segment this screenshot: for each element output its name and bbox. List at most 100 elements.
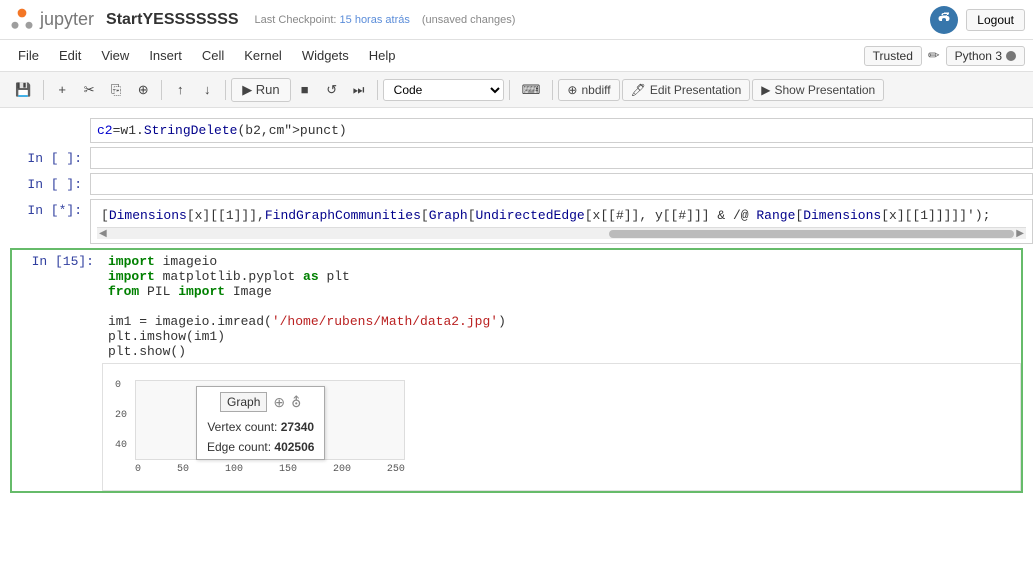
cell-3-input[interactable]: [Dimensions[x][[1]]],FindGraphCommunitie… — [90, 199, 1033, 244]
vertex-count-label: Vertex count: — [207, 420, 277, 434]
cell-0-code: c2=w1.StringDelete(b2,cm">punct) — [97, 123, 1026, 138]
cell-3-scrollbar[interactable]: ◀ ▶ — [97, 227, 1026, 239]
graph-label-box: Graph — [220, 392, 267, 412]
graph-tooltip: Graph ⊕ ⛢ Vertex count: 27340 Edge count… — [196, 386, 325, 460]
nbdiff-icon: ⊕ — [567, 83, 577, 97]
menu-cell[interactable]: Cell — [192, 44, 234, 67]
x-label-0: 0 — [135, 464, 141, 475]
cell-2-prompt: In [ ]: — [0, 173, 90, 192]
move-down-button[interactable]: ↓ — [194, 78, 220, 101]
menu-help[interactable]: Help — [359, 44, 406, 67]
menubar: File Edit View Insert Cell Kernel Widget… — [0, 40, 1033, 72]
menu-insert[interactable]: Insert — [139, 44, 192, 67]
graph-output-area: 0 20 40 Graph ⊕ ⛢ — [107, 368, 1016, 486]
menu-widgets[interactable]: Widgets — [292, 44, 359, 67]
cell-3: In [*]: [Dimensions[x][[1]]],FindGraphCo… — [0, 199, 1033, 244]
graph-plus-icon: ⊕ — [273, 394, 285, 411]
presentation-show-icon: ▶ — [761, 83, 770, 97]
x-label-250: 250 — [387, 464, 405, 475]
trusted-button[interactable]: Trusted — [864, 46, 922, 66]
cell-1-prompt: In [ ]: — [0, 147, 90, 166]
edge-count-line: Edge count: 402506 — [207, 440, 314, 454]
move-up-button[interactable]: ↑ — [167, 78, 193, 101]
x-label-200: 200 — [333, 464, 351, 475]
restart-button[interactable]: ↺ — [319, 78, 345, 102]
cell-type-select[interactable]: Code Markdown Raw NBConvert Heading — [383, 79, 504, 101]
scroll-thumb[interactable] — [609, 230, 1015, 238]
scroll-right-arrow[interactable]: ▶ — [1014, 228, 1026, 240]
toolbar-separator-1 — [43, 80, 44, 100]
toolbar-run-group: ▶ Run ■ ↺ ⏭ — [231, 78, 371, 102]
checkpoint-link[interactable]: 15 horas atrás — [340, 14, 410, 26]
cell-active-code: import imageio import matplotlib.pyplot … — [108, 254, 1015, 359]
checkpoint-info: Last Checkpoint: 15 horas atrás — [255, 14, 410, 26]
toolbar-separator-2 — [161, 80, 162, 100]
toolbar-save-group: 💾 — [8, 78, 38, 102]
y-label-40: 40 — [115, 440, 127, 451]
cell-active-prompt: In [15]: — [12, 250, 102, 269]
show-presentation-label: Show Presentation — [774, 83, 875, 97]
menu-kernel[interactable]: Kernel — [234, 44, 292, 67]
cell-3-prompt: In [*]: — [0, 199, 90, 218]
edit-presentation-label: Edit Presentation — [650, 83, 741, 97]
cell-0-prompt — [0, 118, 90, 122]
y-label-0: 0 — [115, 380, 121, 391]
toolbar-move-group: ↑ ↓ — [167, 78, 220, 101]
cell-1-input[interactable] — [90, 147, 1033, 169]
kernel-name: Python 3 — [955, 49, 1002, 63]
unsaved-changes: (unsaved changes) — [422, 14, 516, 26]
edge-count-label: Edge count: — [207, 440, 271, 454]
jupyter-logo: jupyter — [8, 6, 94, 34]
logout-button[interactable]: Logout — [966, 9, 1025, 31]
run-button[interactable]: ▶ Run — [231, 78, 290, 102]
cell-2-input[interactable] — [90, 173, 1033, 195]
tooltip-row-1: Graph ⊕ ⛢ — [220, 392, 301, 412]
edge-count-value: 402506 — [274, 440, 314, 454]
pencil-icon[interactable]: ✏ — [928, 47, 940, 64]
cell-1: In [ ]: — [0, 147, 1033, 169]
toolbar-edit-group: + ✂ ⎘ ⊕ — [49, 78, 156, 102]
copy-cell-button[interactable]: ⎘ — [103, 78, 129, 102]
topbar: jupyter StartYESSSSSSS Last Checkpoint: … — [0, 0, 1033, 40]
vertex-count-line: Vertex count: 27340 — [207, 420, 314, 434]
graph-container: 0 20 40 Graph ⊕ ⛢ — [115, 372, 415, 482]
x-label-100: 100 — [225, 464, 243, 475]
notebook-title[interactable]: StartYESSSSSSS — [106, 11, 239, 29]
python-logo-icon — [930, 6, 958, 34]
cell-0-input[interactable]: c2=w1.StringDelete(b2,cm">punct) — [90, 118, 1033, 143]
cell-3-code: [Dimensions[x][[1]]],FindGraphCommunitie… — [97, 204, 1026, 227]
toolbar: 💾 + ✂ ⎘ ⊕ ↑ ↓ ▶ Run ■ ↺ ⏭ Code Markdown … — [0, 72, 1033, 108]
keyboard-shortcuts-button[interactable]: ⌨ — [515, 78, 548, 102]
menu-view[interactable]: View — [91, 44, 139, 67]
notebook-area: c2=w1.StringDelete(b2,cm">punct) In [ ]:… — [0, 108, 1033, 588]
menubar-right: Trusted ✏ Python 3 — [864, 46, 1025, 66]
menu-edit[interactable]: Edit — [49, 44, 91, 67]
graph-network-icon: ⛢ — [291, 394, 301, 411]
active-cell-container: In [15]: import imageio import matplotli… — [10, 248, 1023, 493]
nbdiff-label: nbdiff — [581, 83, 610, 97]
x-axis-labels: 0 50 100 150 200 250 — [135, 464, 405, 475]
x-label-50: 50 — [177, 464, 189, 475]
toolbar-separator-4 — [377, 80, 378, 100]
toolbar-separator-3 — [225, 80, 226, 100]
kernel-status-dot — [1006, 51, 1016, 61]
paste-cell-button[interactable]: ⊕ — [130, 78, 156, 102]
scroll-left-arrow[interactable]: ◀ — [97, 228, 109, 240]
vertex-count-value: 27340 — [281, 420, 314, 434]
y-label-20: 20 — [115, 410, 127, 421]
save-button[interactable]: 💾 — [8, 78, 38, 102]
cell-active: In [15]: import imageio import matplotli… — [12, 250, 1021, 363]
nbdiff-button[interactable]: ⊕ nbdiff — [558, 79, 619, 101]
restart-run-all-button[interactable]: ⏭ — [346, 78, 372, 102]
menu-file[interactable]: File — [8, 44, 49, 67]
add-cell-button[interactable]: + — [49, 78, 75, 101]
stop-button[interactable]: ■ — [292, 78, 318, 101]
cell-active-input[interactable]: import imageio import matplotlib.pyplot … — [102, 250, 1021, 363]
presentation-edit-icon: 🖊 — [631, 83, 646, 97]
kernel-info: Python 3 — [946, 46, 1025, 66]
cut-cell-button[interactable]: ✂ — [76, 78, 102, 102]
show-presentation-button[interactable]: ▶ Show Presentation — [752, 79, 884, 101]
jupyter-logo-icon — [8, 6, 36, 34]
edit-presentation-button[interactable]: 🖊 Edit Presentation — [622, 79, 751, 101]
graph-word-label: Graph — [227, 395, 260, 409]
